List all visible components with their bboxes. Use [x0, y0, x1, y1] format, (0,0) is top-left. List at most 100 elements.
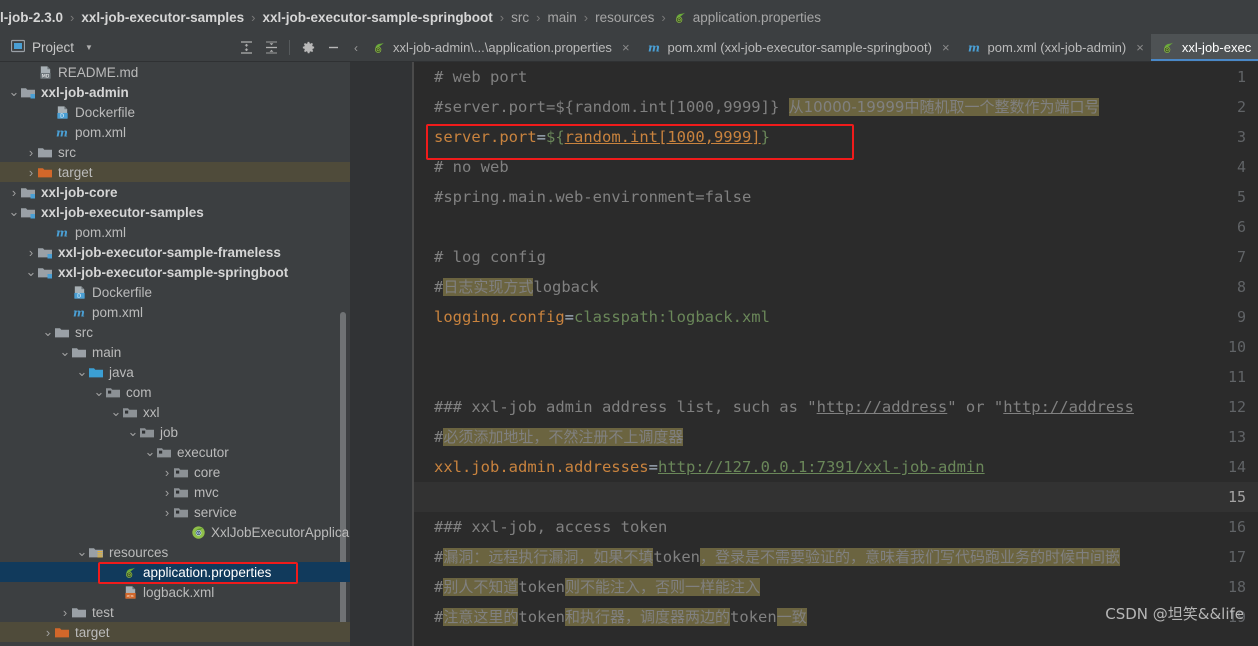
chevron-down-icon[interactable]: ⌄: [59, 345, 71, 358]
package-icon: [173, 464, 189, 480]
chevron-right-icon[interactable]: ›: [59, 605, 71, 620]
breadcrumb-item-2[interactable]: xxl-job-executor-sample-springboot: [263, 10, 493, 25]
breadcrumb-item-label: resources: [595, 9, 655, 25]
minimize-icon[interactable]: [322, 37, 344, 59]
code-line-13[interactable]: #必须添加地址，不然注册不上调度器: [434, 422, 684, 452]
tree-node-dockerfile[interactable]: D Dockerfile: [0, 102, 350, 122]
tree-node-job[interactable]: ⌄ job: [0, 422, 350, 442]
code-token: #: [434, 278, 444, 296]
editor-tab-0[interactable]: xxl-job-admin\...\application.properties…: [362, 34, 637, 61]
code-line-12[interactable]: ### xxl-job admin address list, such as …: [434, 392, 1134, 422]
chevron-down-icon[interactable]: ⌄: [76, 545, 88, 558]
code-line-17[interactable]: #漏洞：远程执行漏洞，如果不填token，登录是不需要验证的，意味着我们写代码跑…: [434, 542, 1121, 572]
tree-node-xxl-job-executor-samples[interactable]: ⌄ xxl-job-executor-samples: [0, 202, 350, 222]
tree-node-logback-xml[interactable]: <> logback.xml: [0, 582, 350, 602]
code-token: #: [434, 608, 444, 626]
tree-node-core[interactable]: › core: [0, 462, 350, 482]
code-line-3[interactable]: server.port=${random.int[1000,9999]}: [434, 122, 770, 152]
breadcrumb-item-6[interactable]: application.properties: [673, 10, 821, 25]
tree-node-xxl-job-executor-sample-springboot[interactable]: ⌄ xxl-job-executor-sample-springboot: [0, 262, 350, 282]
source-folder-icon: [88, 364, 104, 380]
breadcrumb-item-4[interactable]: main: [547, 10, 576, 25]
chevron-left-icon[interactable]: ‹: [350, 34, 362, 61]
tree-node-src[interactable]: › src: [0, 142, 350, 162]
code-line-8[interactable]: #日志实现方式logback: [434, 272, 599, 302]
tree-node-service[interactable]: › service: [0, 502, 350, 522]
tree-node-xxljobexecutorapplica[interactable]: XxlJobExecutorApplica: [0, 522, 350, 542]
chevron-down-icon[interactable]: ⌄: [42, 325, 54, 338]
line-number-18: 18: [1227, 578, 1246, 596]
tree-node-readme-md[interactable]: MD README.md: [0, 62, 350, 82]
tree-node-xxl[interactable]: ⌄ xxl: [0, 402, 350, 422]
code-line-4[interactable]: # no web: [434, 152, 509, 182]
tree-node-src[interactable]: ⌄ src: [0, 322, 350, 342]
editor-tab-2[interactable]: m pom.xml (xxl-job-admin) ×: [957, 34, 1151, 61]
project-tree[interactable]: MD README.md ⌄ xxl-job-admin D Dockerfile m pom…: [0, 62, 350, 646]
chevron-down-icon[interactable]: ⌄: [8, 205, 20, 218]
code-editor[interactable]: 1 # web port 2 #server.port=${random.int[10…: [350, 62, 1258, 646]
code-token: 日志实现方式: [443, 278, 534, 296]
chevron-down-icon[interactable]: ▼: [85, 43, 93, 52]
breadcrumb-item-5[interactable]: resources: [595, 10, 654, 25]
line-number-13: 13: [1227, 428, 1246, 446]
expand-all-button[interactable]: [235, 37, 257, 59]
tree-node-xxl-job-core[interactable]: › xxl-job-core: [0, 182, 350, 202]
editor-tab-label: pom.xml (xxl-job-admin): [987, 40, 1127, 55]
collapse-all-button[interactable]: [260, 37, 282, 59]
editor-gutter: [350, 62, 412, 646]
chevron-down-icon[interactable]: ⌄: [8, 85, 20, 98]
tree-node-dockerfile[interactable]: D Dockerfile: [0, 282, 350, 302]
chevron-down-icon[interactable]: ⌄: [25, 265, 37, 278]
tree-node-application-properties[interactable]: application.properties: [0, 562, 350, 582]
chevron-down-icon[interactable]: ⌄: [144, 445, 156, 458]
chevron-right-icon[interactable]: ›: [25, 145, 37, 160]
tree-node-resources[interactable]: ⌄ resources: [0, 542, 350, 562]
code-line-1[interactable]: # web port: [434, 62, 527, 92]
editor-tab-3[interactable]: xxl-job-exec: [1150, 34, 1258, 61]
tree-node-executor[interactable]: ⌄ executor: [0, 442, 350, 462]
chevron-right-icon[interactable]: ›: [25, 245, 37, 260]
code-line-19[interactable]: #注意这里的token和执行器，调度器两边的token一致: [434, 602, 807, 632]
gear-icon[interactable]: [297, 37, 319, 59]
code-line-18[interactable]: #别人不知道token则不能注入，否则一样能注入: [434, 572, 761, 602]
tree-node-java[interactable]: ⌄ java: [0, 362, 350, 382]
tree-node-mvc[interactable]: › mvc: [0, 482, 350, 502]
tree-node-com[interactable]: ⌄ com: [0, 382, 350, 402]
tree-node-pom-xml[interactable]: m pom.xml: [0, 122, 350, 142]
close-icon[interactable]: ×: [1136, 40, 1144, 55]
chevron-right-icon[interactable]: ›: [161, 485, 173, 500]
tree-node-xxl-job-executor-sample-frameless[interactable]: › xxl-job-executor-sample-frameless: [0, 242, 350, 262]
chevron-right-icon[interactable]: ›: [42, 625, 54, 640]
code-line-14[interactable]: xxl.job.admin.addresses=http://127.0.0.1…: [434, 452, 985, 482]
code-token: #: [434, 578, 444, 596]
editor-tab-1[interactable]: m pom.xml (xxl-job-executor-sample-spring…: [637, 34, 957, 61]
code-token: # log config: [434, 248, 546, 266]
tree-node-target[interactable]: › target: [0, 162, 350, 182]
chevron-right-icon[interactable]: ›: [161, 505, 173, 520]
code-line-16[interactable]: ### xxl-job, access token: [434, 512, 667, 542]
chevron-down-icon[interactable]: ⌄: [76, 365, 88, 378]
code-token: 一致: [776, 608, 807, 626]
chevron-right-icon[interactable]: ›: [8, 185, 20, 200]
chevron-down-icon[interactable]: ⌄: [127, 425, 139, 438]
breadcrumb-item-3[interactable]: src: [511, 10, 529, 25]
code-line-2[interactable]: #server.port=${random.int[1000,9999]} 从1…: [434, 92, 1100, 122]
project-tool-window-title[interactable]: Project ▼: [0, 39, 93, 56]
breadcrumb-item-1[interactable]: xxl-job-executor-samples: [81, 10, 244, 25]
close-icon[interactable]: ×: [622, 40, 630, 55]
close-icon[interactable]: ×: [942, 40, 950, 55]
code-line-9[interactable]: logging.config=classpath:logback.xml: [434, 302, 770, 332]
tree-node-pom-xml[interactable]: m pom.xml: [0, 222, 350, 242]
chevron-right-icon[interactable]: ›: [161, 465, 173, 480]
chevron-down-icon[interactable]: ⌄: [110, 405, 122, 418]
tree-node-xxl-job-admin[interactable]: ⌄ xxl-job-admin: [0, 82, 350, 102]
tree-node-target[interactable]: › target: [0, 622, 350, 642]
chevron-right-icon[interactable]: ›: [25, 165, 37, 180]
tree-node-pom-xml[interactable]: m pom.xml: [0, 302, 350, 322]
code-line-5[interactable]: #spring.main.web-environment=false: [434, 182, 751, 212]
tree-node-main[interactable]: ⌄ main: [0, 342, 350, 362]
breadcrumb-item-0[interactable]: l-job-2.3.0: [0, 10, 63, 25]
tree-node-test[interactable]: › test: [0, 602, 350, 622]
code-line-7[interactable]: # log config: [434, 242, 546, 272]
chevron-down-icon[interactable]: ⌄: [93, 385, 105, 398]
